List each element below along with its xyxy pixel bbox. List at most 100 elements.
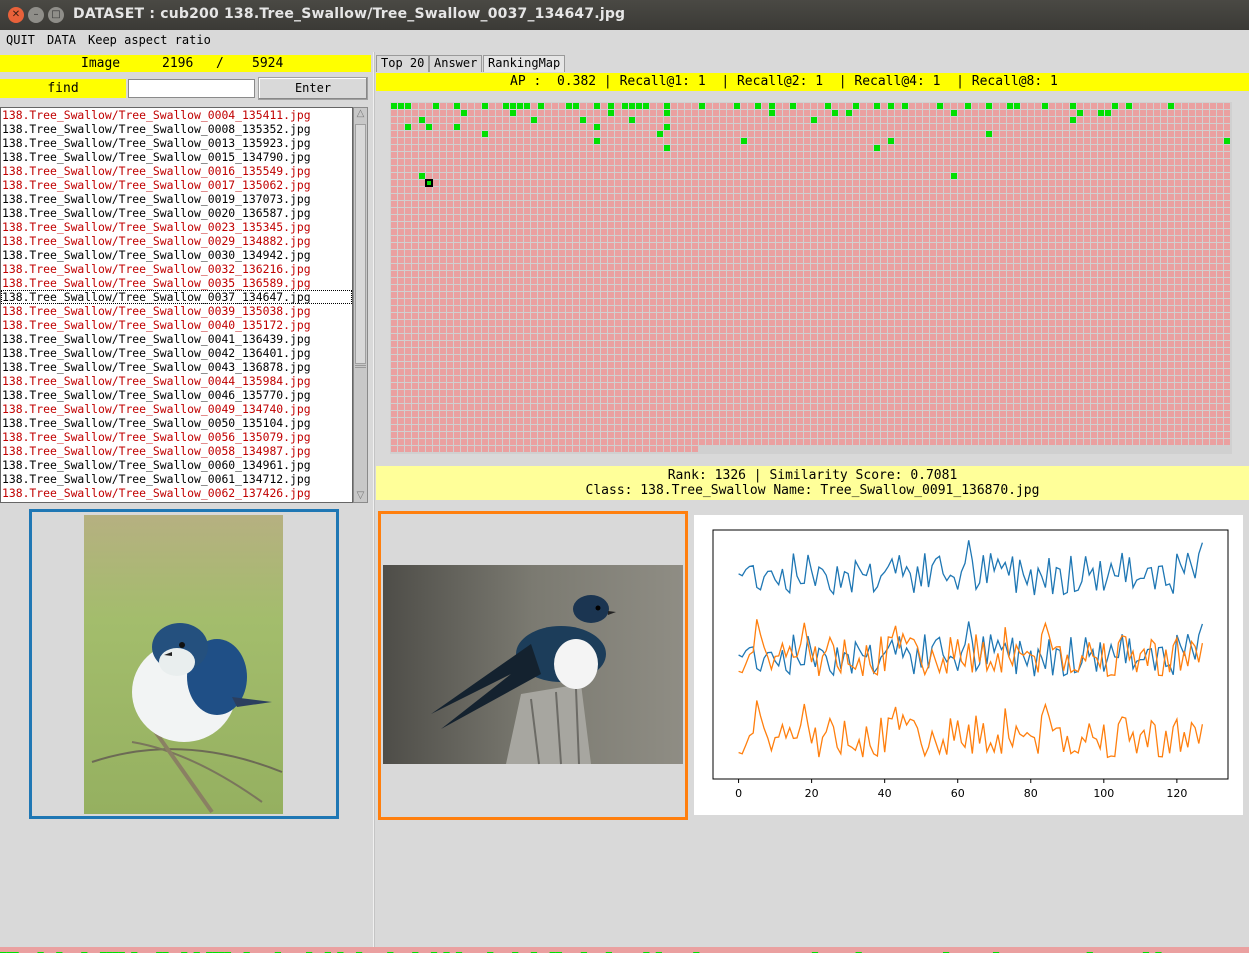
- rank-cell[interactable]: [587, 250, 593, 256]
- rank-cell[interactable]: [1035, 145, 1041, 151]
- rank-cell[interactable]: [881, 173, 887, 179]
- rank-cell[interactable]: [867, 208, 873, 214]
- rank-cell[interactable]: [503, 166, 509, 172]
- rank-cell[interactable]: [1147, 313, 1153, 319]
- rank-cell[interactable]: [1203, 117, 1209, 123]
- rank-cell[interactable]: [1168, 264, 1174, 270]
- rank-cell[interactable]: [888, 383, 894, 389]
- rank-cell[interactable]: [1112, 285, 1118, 291]
- rank-cell[interactable]: [1084, 145, 1090, 151]
- rank-cell[interactable]: [1168, 243, 1174, 249]
- rank-cell[interactable]: [1119, 166, 1125, 172]
- rank-cell[interactable]: [454, 257, 460, 263]
- rank-cell[interactable]: [1140, 376, 1146, 382]
- rank-cell[interactable]: [580, 285, 586, 291]
- rank-cell[interactable]: [629, 334, 635, 340]
- rank-cell[interactable]: [517, 334, 523, 340]
- rank-cell[interactable]: [1098, 180, 1104, 186]
- rank-cell[interactable]: [650, 250, 656, 256]
- rank-cell[interactable]: [503, 313, 509, 319]
- rank-cell[interactable]: [608, 229, 614, 235]
- rank-cell[interactable]: [769, 369, 775, 375]
- rank-cell[interactable]: [797, 264, 803, 270]
- rank-cell[interactable]: [671, 117, 677, 123]
- rank-cell[interactable]: [902, 355, 908, 361]
- rank-cell[interactable]: [853, 313, 859, 319]
- rank-cell[interactable]: [720, 117, 726, 123]
- rank-cell[interactable]: [748, 229, 754, 235]
- rank-cell[interactable]: [895, 152, 901, 158]
- rank-cell[interactable]: [818, 131, 824, 137]
- rank-cell[interactable]: [391, 222, 397, 228]
- rank-cell[interactable]: [468, 362, 474, 368]
- rank-cell[interactable]: [1133, 145, 1139, 151]
- rank-cell[interactable]: [664, 173, 670, 179]
- rank-cell[interactable]: [706, 257, 712, 263]
- rank-cell[interactable]: [748, 306, 754, 312]
- rank-cell[interactable]: [741, 285, 747, 291]
- rank-cell[interactable]: [874, 208, 880, 214]
- rank-cell[interactable]: [832, 124, 838, 130]
- rank-cell[interactable]: [1119, 180, 1125, 186]
- rank-cell[interactable]: [888, 334, 894, 340]
- rank-cell[interactable]: [580, 180, 586, 186]
- rank-cell[interactable]: [1014, 320, 1020, 326]
- rank-cell[interactable]: [958, 362, 964, 368]
- rank-cell[interactable]: [1154, 278, 1160, 284]
- rank-cell[interactable]: [678, 362, 684, 368]
- rank-cell[interactable]: [615, 110, 621, 116]
- rank-cell[interactable]: [790, 299, 796, 305]
- rank-cell[interactable]: [923, 180, 929, 186]
- rank-cell[interactable]: [1091, 208, 1097, 214]
- rank-cell[interactable]: [447, 103, 453, 109]
- rank-cell[interactable]: [643, 257, 649, 263]
- rank-cell[interactable]: [1105, 355, 1111, 361]
- rank-cell[interactable]: [734, 376, 740, 382]
- rank-cell[interactable]: [1210, 250, 1216, 256]
- rank-cell[interactable]: [797, 166, 803, 172]
- rank-cell[interactable]: [1077, 208, 1083, 214]
- rank-cell[interactable]: [636, 250, 642, 256]
- rank-cell[interactable]: [909, 278, 915, 284]
- rank-cell[interactable]: [398, 390, 404, 396]
- rank-cell[interactable]: [1126, 271, 1132, 277]
- rank-cell[interactable]: [657, 152, 663, 158]
- rank-cell[interactable]: [713, 257, 719, 263]
- rank-cell[interactable]: [923, 341, 929, 347]
- rank-cell[interactable]: [1154, 138, 1160, 144]
- rank-cell[interactable]: [790, 271, 796, 277]
- rank-cell[interactable]: [426, 152, 432, 158]
- rank-cell[interactable]: [741, 257, 747, 263]
- rank-cell[interactable]: [720, 250, 726, 256]
- rank-cell[interactable]: [1140, 299, 1146, 305]
- rank-cell[interactable]: [419, 390, 425, 396]
- rank-cell[interactable]: [699, 180, 705, 186]
- rank-cell[interactable]: [636, 110, 642, 116]
- rank-cell[interactable]: [762, 257, 768, 263]
- rank-cell[interactable]: [1091, 138, 1097, 144]
- rank-cell[interactable]: [853, 166, 859, 172]
- rank-cell[interactable]: [664, 355, 670, 361]
- rank-cell[interactable]: [636, 194, 642, 200]
- rank-cell[interactable]: [748, 166, 754, 172]
- rank-cell[interactable]: [503, 201, 509, 207]
- rank-cell[interactable]: [1070, 152, 1076, 158]
- rank-cell[interactable]: [972, 383, 978, 389]
- rank-cell[interactable]: [1056, 145, 1062, 151]
- rank-cell[interactable]: [1049, 194, 1055, 200]
- rank-cell[interactable]: [1035, 103, 1041, 109]
- rank-cell[interactable]: [1014, 152, 1020, 158]
- rank-cell[interactable]: [699, 145, 705, 151]
- rank-cell[interactable]: [545, 194, 551, 200]
- rank-cell[interactable]: [993, 334, 999, 340]
- rank-cell[interactable]: [1084, 383, 1090, 389]
- rank-cell[interactable]: [398, 110, 404, 116]
- rank-cell[interactable]: [874, 376, 880, 382]
- rank-cell[interactable]: [1070, 124, 1076, 130]
- rank-cell[interactable]: [720, 159, 726, 165]
- rank-cell[interactable]: [762, 187, 768, 193]
- rank-cell[interactable]: [979, 362, 985, 368]
- rank-cell[interactable]: [923, 166, 929, 172]
- rank-cell[interactable]: [1182, 138, 1188, 144]
- rank-cell[interactable]: [552, 138, 558, 144]
